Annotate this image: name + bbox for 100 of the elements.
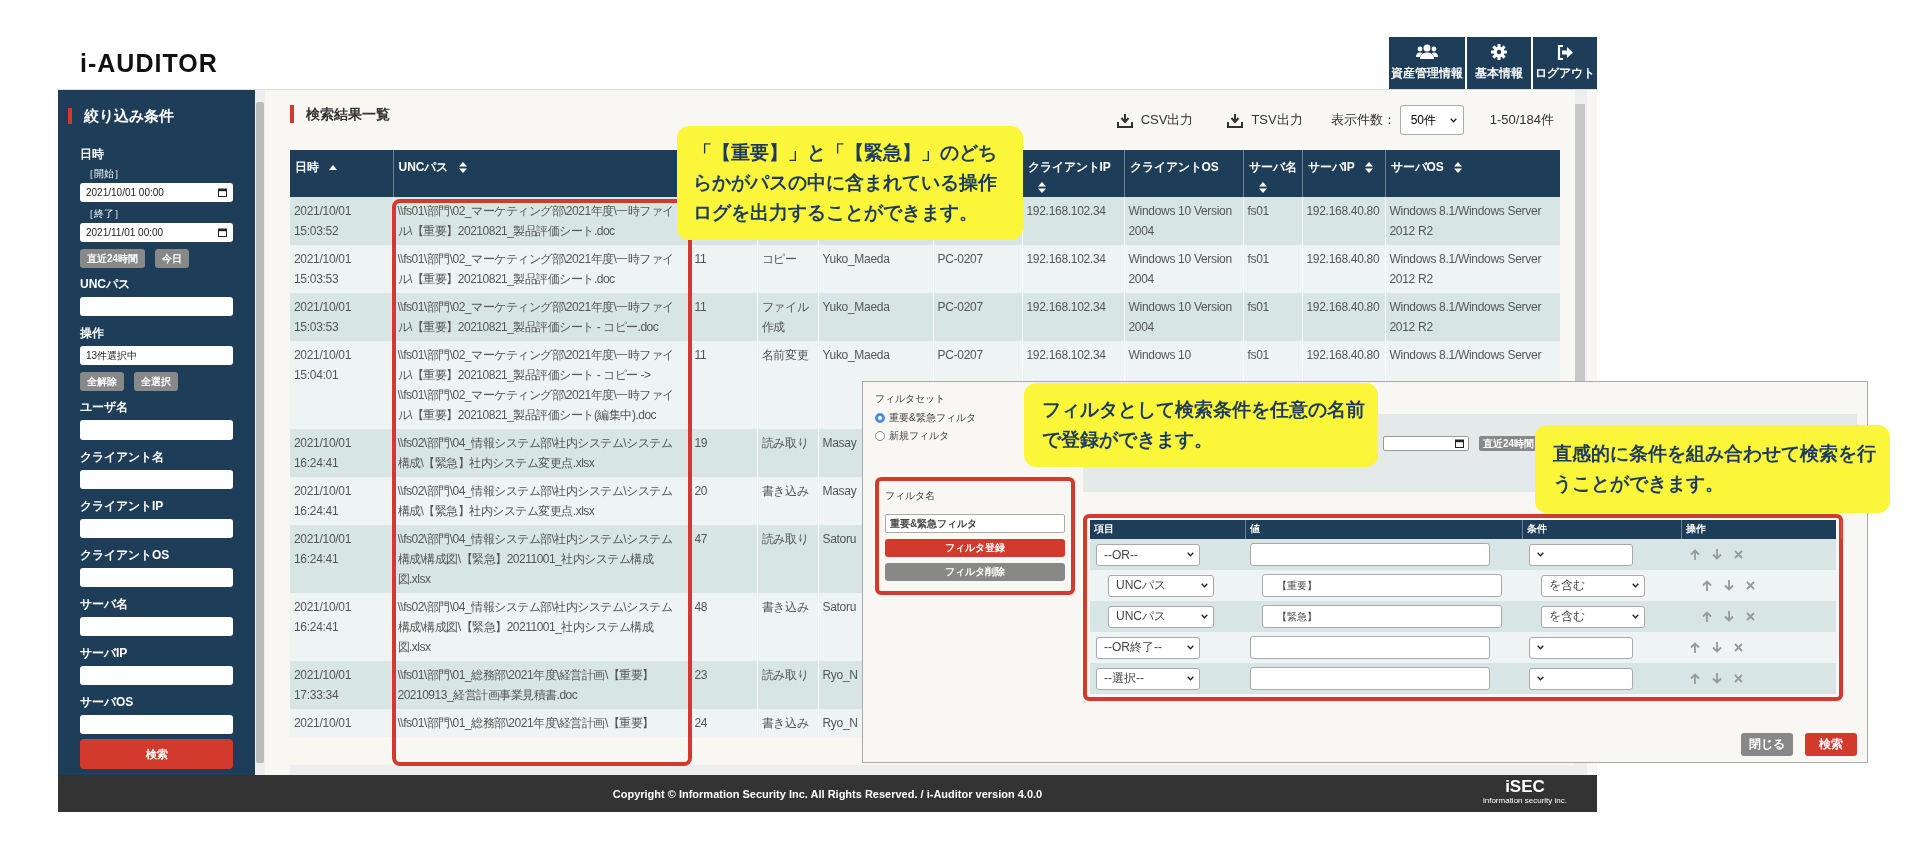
condition-select[interactable] — [1529, 543, 1633, 566]
arrow-up-icon[interactable] — [1702, 611, 1712, 622]
item-select[interactable]: --OR終了-- — [1096, 636, 1200, 659]
column-header[interactable]: サーバOS — [1385, 150, 1560, 197]
column-header[interactable]: サーバIP — [1302, 150, 1385, 197]
table-cell: 読み取り — [757, 429, 818, 477]
column-header[interactable]: クライアントOS — [1124, 150, 1243, 197]
scrollbar[interactable] — [255, 90, 265, 775]
nav-button[interactable]: ログアウト — [1533, 37, 1597, 89]
sort-ascending-icon[interactable] — [329, 165, 337, 171]
text-field[interactable] — [80, 469, 233, 489]
close-icon[interactable] — [1734, 643, 1743, 652]
item-select[interactable]: UNCパス — [1108, 574, 1214, 597]
table-cell: 192.168.102.34 — [1022, 197, 1124, 245]
text-field[interactable] — [80, 567, 233, 587]
section-title: 検索結果一覧 — [290, 105, 390, 123]
table-cell: 192.168.102.34 — [1022, 245, 1124, 293]
value-field[interactable] — [1250, 636, 1490, 659]
page-size-select[interactable]: 50件 — [1399, 105, 1464, 135]
page-size-label: 表示件数： — [1330, 111, 1396, 129]
search-button[interactable]: 検索 — [80, 739, 233, 769]
arrow-up-icon[interactable] — [1690, 642, 1700, 653]
value-field[interactable]: 【重要】 — [1262, 574, 1502, 597]
export-button[interactable]: CSV出力 — [1110, 110, 1200, 130]
column-header[interactable]: サーバ名 — [1243, 150, 1302, 197]
settings-icon — [1491, 44, 1507, 60]
text-field[interactable] — [80, 420, 233, 440]
table-cell: 2021/10/01 15:03:52 — [290, 197, 393, 245]
chevron-icon — [1201, 583, 1208, 588]
table-cell: \\fs01\部門\02_マーケティング部\2021年度\一時ファイル\【重要】20210821_製品評価シート.doc — [393, 245, 690, 293]
quick-button[interactable]: 直近24時間 — [80, 249, 146, 269]
chevron-icon — [1632, 583, 1639, 588]
condition-select[interactable]: を含む — [1541, 605, 1645, 628]
table-cell: 48 — [690, 593, 757, 661]
field-label: ［開始］ — [84, 167, 125, 181]
value-field[interactable] — [1250, 543, 1490, 566]
export-button[interactable]: TSV出力 — [1221, 110, 1309, 130]
item-select[interactable]: --OR-- — [1096, 543, 1200, 566]
item-select[interactable]: --選択-- — [1096, 667, 1200, 690]
arrow-up-icon[interactable] — [1702, 580, 1712, 591]
dialog-button[interactable]: 検索 — [1805, 733, 1857, 756]
table-cell: Windows 10 Version 2004 — [1124, 245, 1243, 293]
arrow-up-icon[interactable] — [1690, 549, 1700, 560]
value-field[interactable] — [1250, 667, 1490, 690]
condition-select[interactable] — [1529, 667, 1633, 690]
sort-icon[interactable] — [458, 162, 467, 174]
column-header[interactable]: 日時 — [290, 150, 393, 197]
close-icon[interactable] — [1734, 674, 1743, 683]
quick-button[interactable]: 全選択 — [134, 372, 178, 392]
date-field[interactable]: 2021/11/01 00:00 — [80, 223, 233, 243]
radio-button[interactable] — [875, 431, 885, 441]
register-filter-button[interactable]: フィルタ登録 — [885, 539, 1065, 557]
table-cell: Windows 10 Version 2004 — [1124, 293, 1243, 341]
arrow-down-icon[interactable] — [1724, 580, 1734, 591]
sort-icon[interactable] — [1258, 182, 1267, 194]
table-cell: 書き込み — [757, 593, 818, 661]
close-icon[interactable] — [1746, 581, 1755, 590]
column-header[interactable]: クライアントIP — [1022, 150, 1124, 197]
field-label: クライアントOS — [80, 546, 171, 564]
dialog-button[interactable]: 閉じる — [1741, 733, 1793, 756]
scrollbar[interactable] — [290, 765, 1575, 775]
close-icon[interactable] — [1734, 550, 1743, 559]
nav-button[interactable]: 基本情報 — [1467, 37, 1531, 89]
callout-tooltip: 直感的に条件を組み合わせて検索を行うことができます。 — [1535, 425, 1890, 513]
date-field[interactable] — [1383, 436, 1469, 451]
table-cell: 2021/10/01 15:04:01 — [290, 341, 393, 429]
nav-button[interactable]: 資産管理情報 — [1389, 37, 1465, 89]
text-field[interactable] — [80, 616, 233, 636]
text-field[interactable] — [80, 297, 233, 317]
sort-icon[interactable] — [1364, 162, 1373, 174]
condition-select[interactable] — [1529, 636, 1633, 659]
chevron-icon — [1187, 552, 1194, 557]
text-field[interactable] — [80, 715, 233, 735]
quick-button[interactable]: 全解除 — [80, 372, 124, 392]
date-field[interactable]: 2021/10/01 00:00 — [80, 183, 233, 203]
delete-filter-button[interactable]: フィルタ削除 — [885, 563, 1065, 581]
company-logo: iSEC information security inc. — [1482, 778, 1567, 806]
value-field[interactable]: 【緊急】 — [1262, 605, 1502, 628]
item-select[interactable]: UNCパス — [1108, 605, 1214, 628]
arrow-down-icon[interactable] — [1724, 611, 1734, 622]
arrow-down-icon[interactable] — [1712, 642, 1722, 653]
quick-button[interactable]: 今日 — [155, 249, 190, 269]
filter-name-field[interactable]: 重要&緊急フィルタ — [885, 514, 1065, 533]
text-field[interactable] — [80, 518, 233, 538]
table-cell: 19 — [690, 429, 757, 477]
arrow-up-icon[interactable] — [1690, 673, 1700, 684]
sort-icon[interactable] — [1453, 162, 1462, 174]
table-cell: Windows 10 Version 2004 — [1124, 197, 1243, 245]
condition-select[interactable]: を含む — [1541, 574, 1645, 597]
text-field[interactable]: 13件選択中 — [80, 346, 233, 366]
arrow-down-icon[interactable] — [1712, 673, 1722, 684]
text-field[interactable] — [80, 666, 233, 686]
sort-icon[interactable] — [1037, 182, 1046, 194]
radio-button[interactable] — [875, 413, 885, 423]
field-label: サーバ名 — [80, 595, 129, 613]
close-icon[interactable] — [1746, 612, 1755, 621]
arrow-down-icon[interactable] — [1712, 549, 1722, 560]
table-cell: 192.168.40.80 — [1302, 245, 1385, 293]
field-label: UNCパス — [80, 276, 131, 294]
table-cell: 192.168.40.80 — [1302, 197, 1385, 245]
